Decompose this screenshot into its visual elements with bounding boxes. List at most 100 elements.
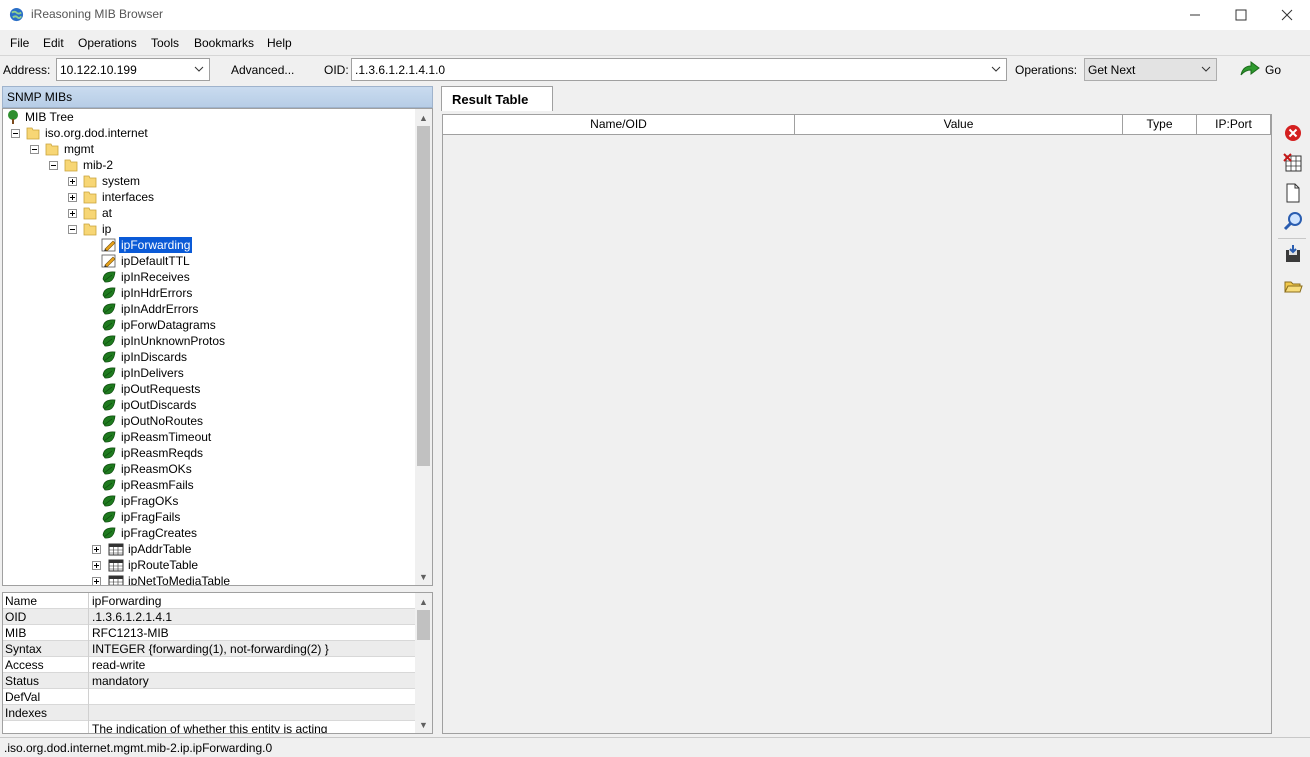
tree-node-iso-org-dod-internet[interactable]: iso.org.dod.internet (3, 125, 413, 141)
scroll-thumb[interactable] (417, 610, 430, 640)
property-row[interactable]: Name ipForwarding (3, 593, 416, 609)
tree-node-ipreasmreqds[interactable]: ipReasmReqds (3, 445, 413, 461)
expand-icon[interactable] (68, 193, 77, 202)
menu-edit[interactable]: Edit (43, 36, 64, 50)
property-row[interactable]: MIB RFC1213-MIB (3, 625, 416, 641)
tree-node-label: ipReasmOKs (121, 462, 192, 476)
expand-icon[interactable] (68, 209, 77, 218)
property-row[interactable]: Syntax INTEGER {forwarding(1), not-forwar… (3, 641, 416, 657)
maximize-icon (1235, 9, 1247, 21)
tree-scrollbar[interactable]: ▲ ▼ (415, 109, 432, 585)
scroll-up-arrow[interactable]: ▲ (415, 593, 432, 610)
tree-node-iproutetable[interactable]: ipRouteTable (3, 557, 413, 573)
leaf-icon (102, 351, 116, 363)
tree-node-ipinreceives[interactable]: ipInReceives (3, 269, 413, 285)
tree-node-ip[interactable]: ip (3, 221, 413, 237)
menu-tools[interactable]: Tools (151, 36, 179, 50)
leaf-icon (102, 383, 116, 395)
menu-bar: File Edit Operations Tools Bookmarks Hel… (0, 32, 300, 54)
menu-file[interactable]: File (10, 36, 29, 50)
open-folder-button[interactable] (1282, 275, 1304, 297)
property-row[interactable]: DefVal (3, 689, 416, 705)
tree-node-ipfragcreates[interactable]: ipFragCreates (3, 525, 413, 541)
tree-node-ipfragoks[interactable]: ipFragOKs (3, 493, 413, 509)
clear-table-button[interactable] (1282, 152, 1304, 174)
column-header-name-oid[interactable]: Name/OID (443, 115, 795, 135)
tree-node-ipindiscards[interactable]: ipInDiscards (3, 349, 413, 365)
go-button[interactable]: Go (1240, 59, 1290, 81)
expand-icon[interactable] (92, 545, 101, 554)
result-table[interactable]: Name/OID Value Type IP:Port (442, 114, 1272, 734)
mib-tree[interactable]: MIB Tree iso.org.dod.internet mgmt mib-2 sys… (2, 108, 433, 586)
collapse-icon[interactable] (49, 161, 58, 170)
property-key: Name (5, 594, 38, 608)
search-button[interactable] (1282, 210, 1304, 232)
tree-node-ipreasmfails[interactable]: ipReasmFails (3, 477, 413, 493)
collapse-icon[interactable] (11, 129, 20, 138)
oid-combo[interactable]: .1.3.6.1.2.1.4.1.0 (351, 58, 1007, 81)
table-icon (108, 543, 124, 556)
menu-help[interactable]: Help (267, 36, 292, 50)
properties-scrollbar[interactable]: ▲ ▼ (415, 593, 432, 733)
new-document-button[interactable] (1282, 182, 1304, 204)
tree-node-ipoutdiscards[interactable]: ipOutDiscards (3, 397, 413, 413)
close-button[interactable] (1264, 0, 1310, 30)
save-button[interactable] (1282, 244, 1304, 266)
tree-node-ipforwarding[interactable]: ipForwarding (3, 237, 413, 253)
tree-node-ipaddrtable[interactable]: ipAddrTable (3, 541, 413, 557)
column-header-type[interactable]: Type (1123, 115, 1197, 135)
scroll-down-arrow[interactable]: ▼ (415, 716, 432, 733)
tree-node-label: ipNetToMediaTable (128, 574, 231, 586)
tree-node-mib-2[interactable]: mib-2 (3, 157, 413, 173)
column-header-ip-port[interactable]: IP:Port (1197, 115, 1271, 135)
collapse-icon[interactable] (30, 145, 39, 154)
expand-icon[interactable] (92, 561, 101, 570)
scroll-up-arrow[interactable]: ▲ (415, 109, 432, 126)
expand-icon[interactable] (92, 577, 101, 585)
address-combo[interactable]: 10.122.10.199 (56, 58, 210, 81)
property-row[interactable]: Access read-write (3, 657, 416, 673)
tree-node-ipoutnoroutes[interactable]: ipOutNoRoutes (3, 413, 413, 429)
property-row[interactable]: Indexes (3, 705, 416, 721)
scroll-thumb[interactable] (417, 126, 430, 466)
leaf-icon (102, 319, 116, 331)
maximize-button[interactable] (1218, 0, 1264, 30)
tree-node-ipforwdatagrams[interactable]: ipForwDatagrams (3, 317, 413, 333)
tree-node-ipdefaultttl[interactable]: ipDefaultTTL (3, 253, 413, 269)
tree-node-ipreasmtimeout[interactable]: ipReasmTimeout (3, 429, 413, 445)
tree-node-ipindelivers[interactable]: ipInDelivers (3, 365, 413, 381)
property-value: INTEGER {forwarding(1), not-forwarding(2… (92, 642, 329, 656)
tree-node-mgmt[interactable]: mgmt (3, 141, 413, 157)
leaf-icon (102, 511, 116, 523)
expand-icon[interactable] (68, 177, 77, 186)
tab-result-table[interactable]: Result Table (441, 86, 553, 111)
tree-node-interfaces[interactable]: interfaces (3, 189, 413, 205)
menu-bookmarks[interactable]: Bookmarks (194, 36, 254, 50)
tree-node-ipnettomediatable[interactable]: ipNetToMediaTable (3, 573, 413, 586)
tree-node-ipinhdrerrors[interactable]: ipInHdrErrors (3, 285, 413, 301)
tree-node-ipoutrequests[interactable]: ipOutRequests (3, 381, 413, 397)
leaf-icon (102, 303, 116, 315)
folder-icon (83, 175, 97, 188)
collapse-icon[interactable] (68, 225, 77, 234)
property-row[interactable]: Status mandatory (3, 673, 416, 689)
property-row[interactable]: The indication of whether this entity is… (3, 721, 416, 733)
delete-button[interactable] (1282, 122, 1304, 144)
column-header-value[interactable]: Value (795, 115, 1123, 135)
advanced-button[interactable]: Advanced... (231, 63, 294, 77)
property-row[interactable]: OID .1.3.6.1.2.1.4.1 (3, 609, 416, 625)
tree-node-label: interfaces (102, 190, 155, 204)
scroll-down-arrow[interactable]: ▼ (415, 568, 432, 585)
tree-node-label: ipDefaultTTL (121, 254, 190, 268)
tree-node-system[interactable]: system (3, 173, 413, 189)
minimize-button[interactable] (1172, 0, 1218, 30)
tree-node-ipinunknownprotos[interactable]: ipInUnknownProtos (3, 333, 413, 349)
tree-node-ipfragfails[interactable]: ipFragFails (3, 509, 413, 525)
chevron-down-icon (194, 66, 204, 72)
tree-node-ipreasmoks[interactable]: ipReasmOKs (3, 461, 413, 477)
tree-node-ipinaddrerrors[interactable]: ipInAddrErrors (3, 301, 413, 317)
operations-select[interactable]: Get Next (1084, 58, 1217, 81)
tree-node-at[interactable]: at (3, 205, 413, 221)
tree-node-mib tree[interactable]: MIB Tree (3, 109, 413, 125)
menu-operations[interactable]: Operations (78, 36, 137, 50)
